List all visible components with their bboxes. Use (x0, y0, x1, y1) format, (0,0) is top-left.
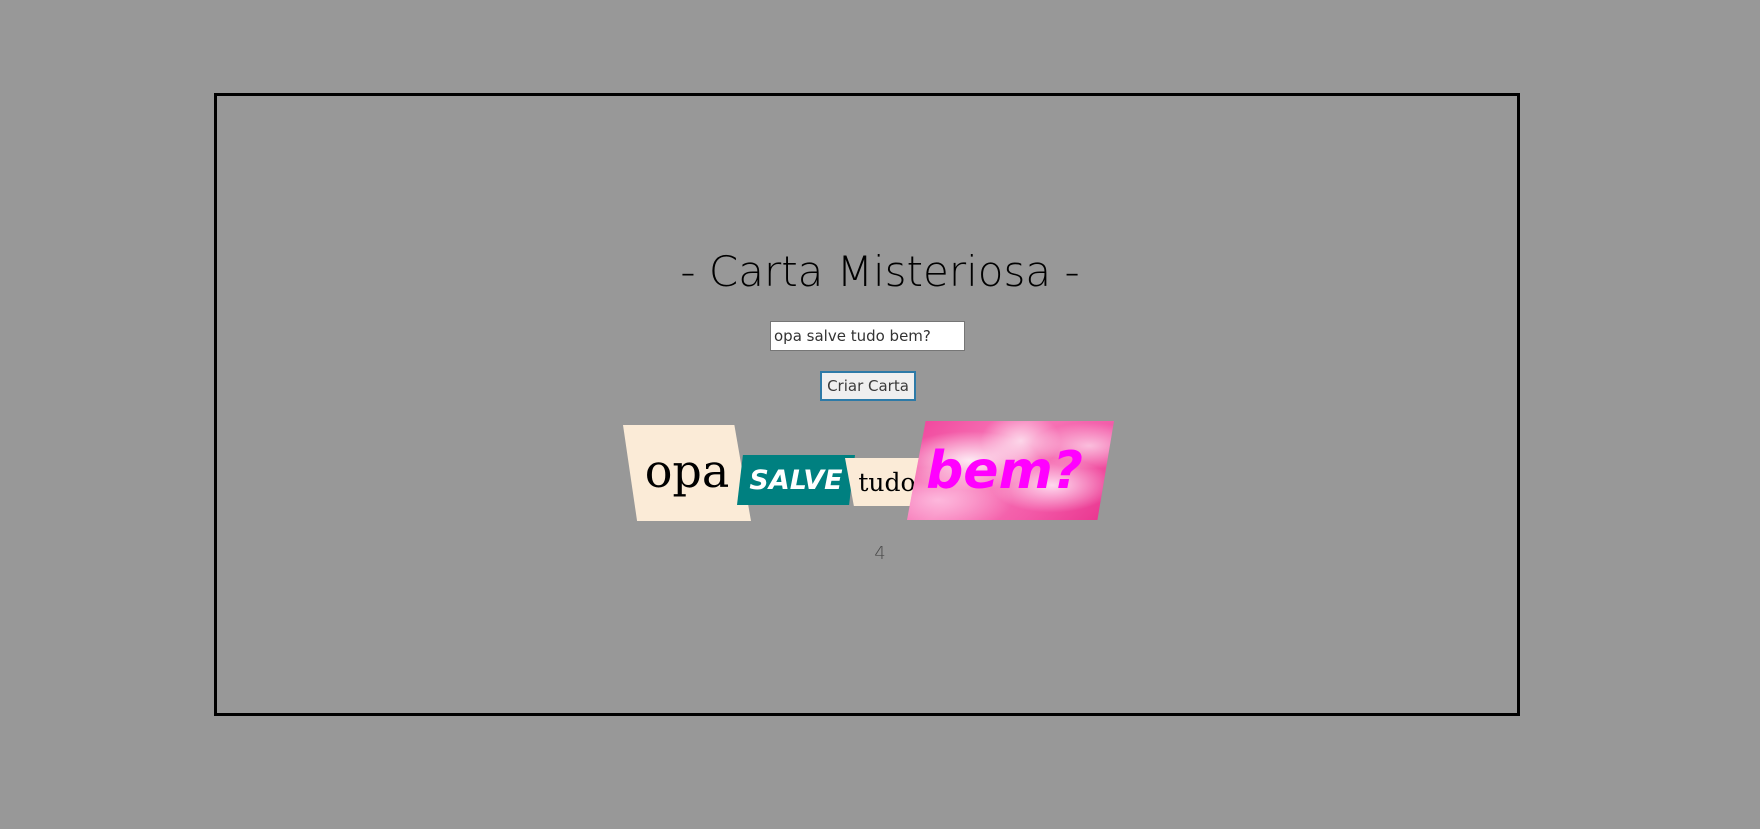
main-container (214, 93, 1520, 716)
letter-word[interactable]: bem? (907, 421, 1114, 520)
word-counter: 4 (874, 543, 886, 564)
letter-text-input[interactable] (770, 321, 965, 351)
letter-word[interactable]: tudo (845, 458, 919, 506)
create-letter-button[interactable]: Criar Carta (820, 371, 916, 401)
page-title: - Carta Misteriosa - (680, 247, 1080, 296)
letter-word[interactable]: opa (623, 425, 751, 521)
letter-word[interactable]: SALVE (737, 455, 855, 505)
